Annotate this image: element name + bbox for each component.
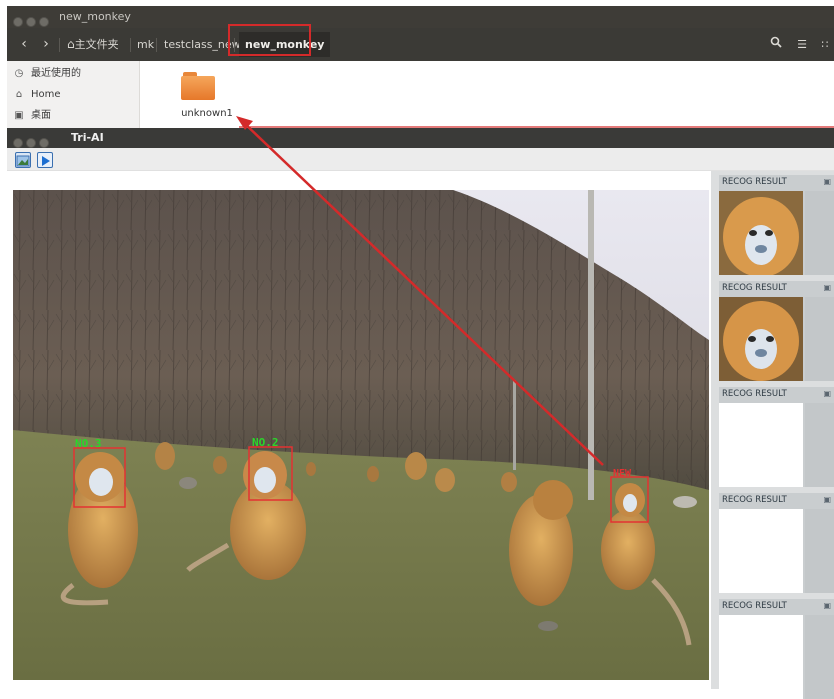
annotation-arrow xyxy=(236,116,834,466)
